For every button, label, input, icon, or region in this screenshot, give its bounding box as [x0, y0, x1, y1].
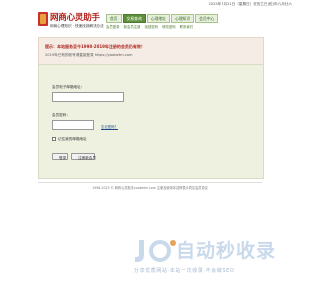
notice-headline: 提示：本站服务至今1998-2019年注册的会员仍有效！: [45, 44, 145, 49]
forgot-password-link[interactable]: 忘记密码？: [101, 124, 118, 129]
subnav-contact[interactable]: 联系我们: [180, 24, 194, 29]
sub-nav: 会员登录 新会员注册 找回密码 修改密码 联系我们: [106, 24, 193, 29]
notice-box: 提示：本站服务至今1998-2019年注册的会员仍有效！ 2019年已有的帐号请…: [38, 37, 264, 65]
main-nav: 首页 交易查询 心理地址 心理知识 会员中心: [106, 14, 219, 23]
email-field[interactable]: [52, 92, 124, 102]
nav-item-address[interactable]: 心理地址: [146, 14, 170, 23]
watermark: 自动秒收录 分享优质网站·本站一次收录·不会做SEO: [134, 236, 284, 280]
watermark-title: 自动秒收录: [176, 240, 277, 262]
subnav-login[interactable]: 会员登录: [106, 24, 120, 29]
watermark-subtitle: 分享优质网站·本站一次收录·不会做SEO: [134, 268, 235, 274]
login-panel: 会员电子邮箱地址： 会员密码： 忘记密码？ 记住我的邮箱地址 登录 注册新会员: [38, 64, 264, 179]
subnav-register[interactable]: 新会员注册: [124, 24, 141, 29]
remember-label: 记住我的邮箱地址: [58, 137, 87, 141]
nav-item-member[interactable]: 会员中心: [195, 14, 219, 23]
login-button[interactable]: 登录: [52, 153, 68, 160]
password-field[interactable]: [52, 120, 94, 130]
remember-checkbox[interactable]: [52, 137, 56, 141]
logo-icon: [38, 12, 48, 26]
nav-item-knowledge[interactable]: 心理知识: [170, 14, 195, 23]
footer-text: 1998-2023 © 网商心灵助手yoobetm.com 注册及使用本站即表示…: [92, 186, 208, 190]
date-text: 2025年7月21日（星期日）农历乙巳(蛇)年六月廿六: [208, 2, 293, 6]
watermark-logo-icon: [135, 240, 176, 262]
subnav-change-password[interactable]: 修改密码: [162, 24, 176, 29]
notice-detail: 2019年已有的帐号请直接登录 https://yoobetm.com: [45, 53, 133, 57]
top-bar: 2025年7月21日（星期日）农历乙巳(蛇)年六月廿六: [0, 0, 300, 8]
logo-title: 网商心灵助手: [50, 13, 100, 23]
logo-subtitle: 网商心理知识 · 快速找到解决办法: [50, 24, 104, 28]
footer-divider: [38, 182, 262, 183]
nav-item-home[interactable]: 首页: [106, 14, 122, 23]
email-label: 会员电子邮箱地址：: [52, 85, 85, 89]
register-button[interactable]: 注册新会员: [71, 153, 96, 160]
nav-item-query[interactable]: 交易查询: [122, 14, 146, 23]
password-label: 会员密码：: [52, 113, 70, 117]
subnav-forgot[interactable]: 找回密码: [145, 24, 159, 29]
site-logo[interactable]: 网商心灵助手 网商心理知识 · 快速找到解决办法: [38, 9, 106, 31]
